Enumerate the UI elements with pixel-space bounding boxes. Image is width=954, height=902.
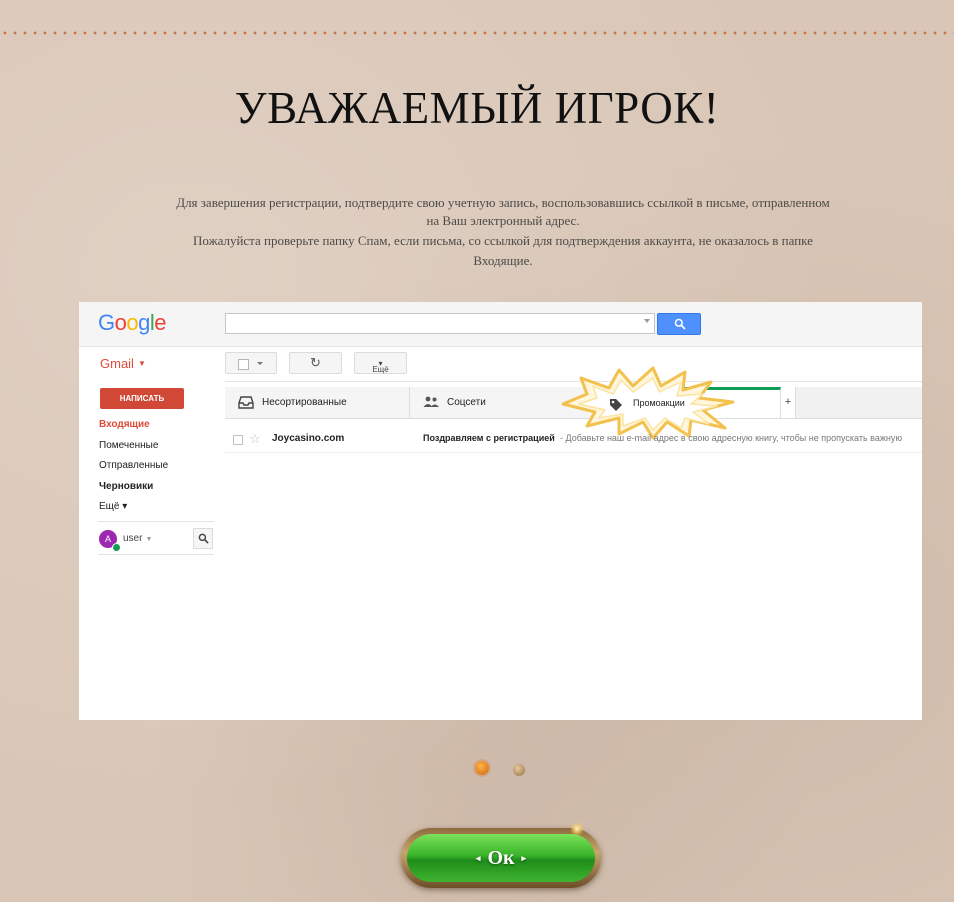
- row-checkbox: [233, 435, 243, 445]
- carousel-dot[interactable]: [513, 764, 525, 776]
- inbox-icon: [238, 396, 254, 409]
- instructions-line: Входящие.: [473, 253, 533, 268]
- arrow-right-icon: ▸: [521, 853, 527, 863]
- instructions-line: на Ваш электронный адрес.: [426, 213, 580, 228]
- gmail-app-label: Gmail ▼: [100, 356, 146, 371]
- search-icon: [198, 533, 209, 544]
- logo-letter: g: [138, 310, 150, 335]
- chevron-down-icon: [644, 319, 650, 323]
- gmail-label-text: Gmail: [100, 356, 134, 371]
- online-status-icon: [112, 543, 121, 552]
- more-button: Ещё ▾: [354, 352, 407, 374]
- star-icon: ☆: [249, 431, 261, 446]
- select-all-checkbox: [225, 352, 277, 374]
- instructions-line: Для завершения регистрации, подтвердите …: [176, 195, 830, 210]
- checkbox-icon: [238, 359, 249, 370]
- chevron-down-icon: [257, 362, 263, 365]
- refresh-icon: ↻: [310, 355, 321, 370]
- search-input: [225, 313, 655, 334]
- logo-letter: o: [126, 310, 139, 335]
- sidebar-item-drafts: Черновики: [99, 481, 154, 492]
- email-subject: Поздравляем с регистрацией: [423, 433, 555, 443]
- arrow-left-icon: ◂: [475, 853, 481, 863]
- page-title: УВАЖАЕМЫЙ ИГРОК!: [234, 83, 720, 133]
- sidebar-item-starred: Помеченные: [99, 440, 159, 451]
- refresh-button: ↻: [289, 352, 342, 374]
- sidebar-item-sent: Отправленные: [99, 460, 169, 471]
- sidebar-divider: [98, 554, 214, 555]
- logo-letter: G: [98, 310, 115, 335]
- google-logo: Google: [98, 310, 167, 336]
- add-tab-button: +: [781, 387, 796, 418]
- email-row: ☆ Joycasino.com Поздравляем с регистраци…: [225, 428, 922, 453]
- top-dotted-divider: [0, 31, 954, 35]
- search-icon: [674, 318, 686, 330]
- sidebar-item-more: Ещё ▾: [99, 501, 128, 512]
- gmail-header: Google: [79, 302, 922, 347]
- user-name: user ▼: [123, 533, 153, 544]
- tab-label: Несортированные: [262, 397, 347, 408]
- people-icon: [423, 396, 439, 407]
- ok-button-label[interactable]: ◂ Ок ▸: [407, 847, 595, 870]
- tab-primary: Несортированные: [225, 387, 410, 418]
- tab-label: Промоакции: [633, 398, 685, 408]
- carousel-dot-active[interactable]: [475, 761, 489, 775]
- sparkle-icon: [570, 822, 584, 836]
- logo-letter: e: [154, 310, 167, 335]
- people-search-button: [193, 528, 213, 549]
- compose-button: НАПИСАТЬ: [100, 388, 184, 409]
- tab-label: Соцсети: [447, 397, 486, 408]
- more-label: Ещё ▾: [372, 359, 389, 374]
- logo-letter: o: [114, 310, 127, 335]
- instructions-text: Для завершения регистрации, подтвердите …: [108, 193, 898, 271]
- instructions-line: Пожалуйста проверьте папку Спам, если пи…: [193, 233, 813, 248]
- email-sender: Joycasino.com: [272, 433, 345, 444]
- ok-button-face[interactable]: ◂ Ок ▸: [407, 834, 595, 882]
- sidebar-item-inbox: Входящие: [99, 419, 150, 430]
- chevron-down-icon: ▼: [137, 359, 146, 368]
- tag-icon: [610, 399, 622, 411]
- email-snippet: - Добавьте наш e-mail адрес в свою адрес…: [560, 433, 903, 443]
- ok-button-text: Ок: [487, 847, 515, 869]
- ok-button[interactable]: ◂ Ок ▸: [401, 828, 601, 888]
- sidebar-divider: [98, 521, 214, 522]
- search-button: [657, 313, 701, 335]
- gmail-screenshot: Google Gmail ▼ ↻ Ещё ▾ НАПИСАТЬ Входящие …: [79, 302, 922, 720]
